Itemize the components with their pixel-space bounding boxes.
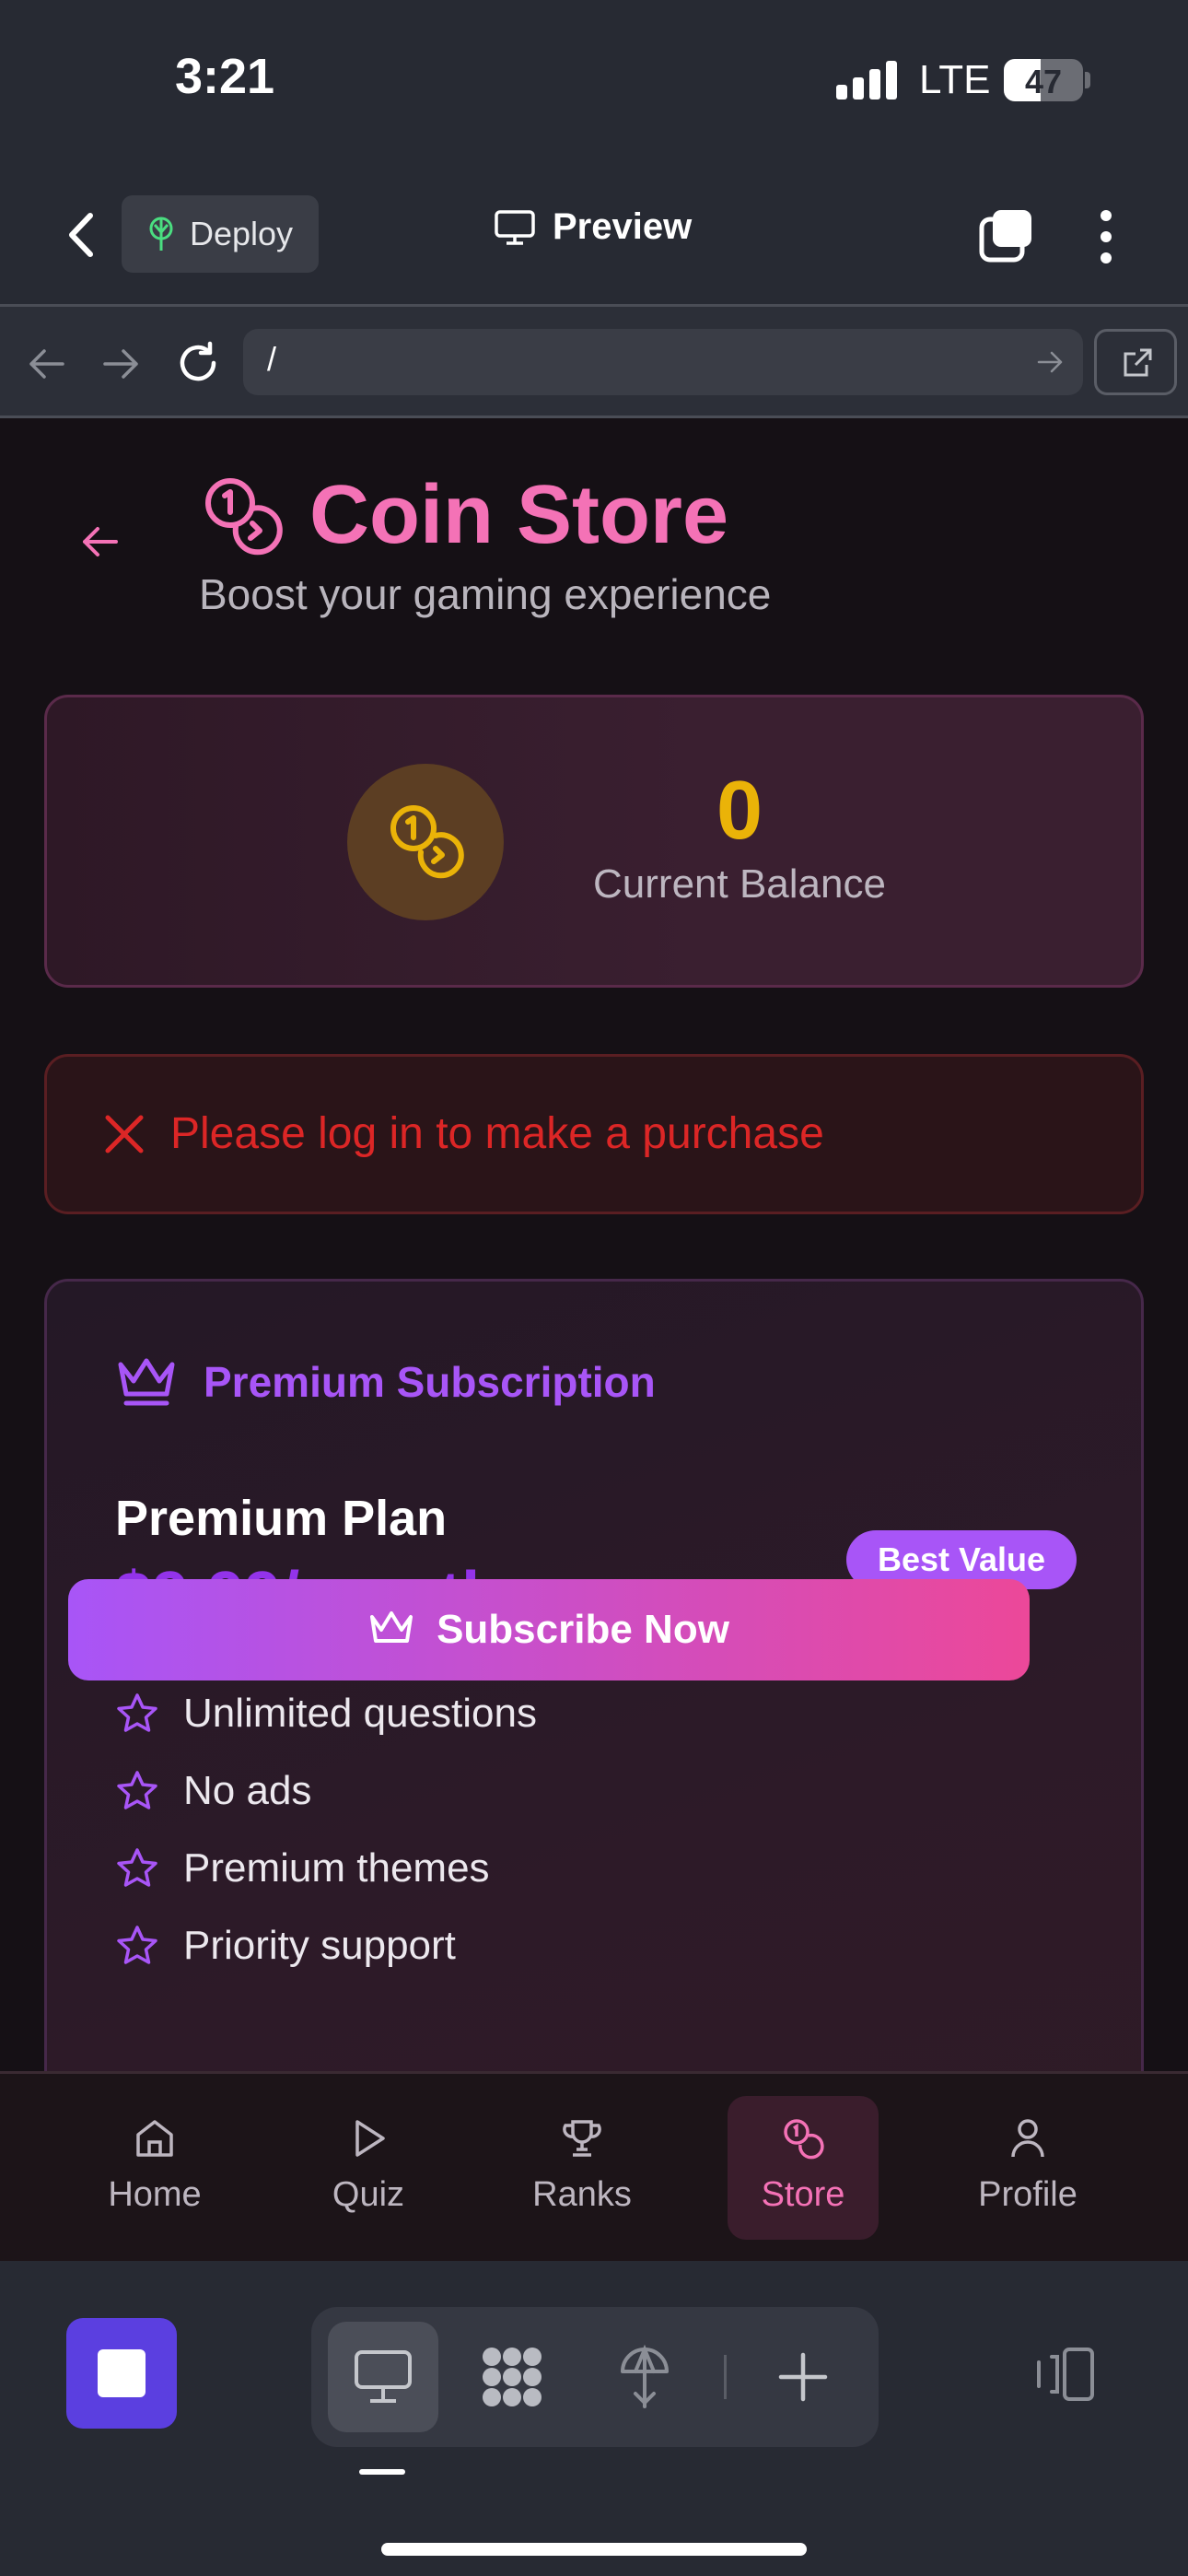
- active-view-indicator: [359, 2469, 405, 2475]
- stop-button[interactable]: [66, 2318, 177, 2429]
- plan-name: Premium Plan: [115, 1491, 448, 1546]
- plus-icon[interactable]: [777, 2351, 829, 2403]
- feature-label: Priority support: [183, 1923, 456, 1968]
- feature-item: Priority support: [115, 1923, 456, 1969]
- editor-toolbar: [0, 2261, 1188, 2576]
- home-icon: [136, 2120, 173, 2157]
- nav-label: Ranks: [532, 2175, 632, 2214]
- coins-icon: [205, 478, 283, 556]
- network-label: LTE: [919, 57, 991, 102]
- view-switcher: [311, 2307, 879, 2447]
- battery-icon: 47: [1004, 59, 1083, 101]
- feature-label: Premium themes: [183, 1845, 490, 1891]
- signal-icon: [836, 61, 899, 100]
- url-input[interactable]: /: [243, 329, 1083, 395]
- error-alert: Please log in to make a purchase: [44, 1054, 1144, 1214]
- crown-icon: [118, 1358, 175, 1406]
- tabs-button[interactable]: [978, 206, 1035, 263]
- star-icon: [117, 1848, 157, 1887]
- nav-item-profile[interactable]: Profile: [952, 2096, 1103, 2240]
- url-text: /: [267, 340, 277, 378]
- trophy-icon: [563, 2120, 601, 2157]
- nav-item-store[interactable]: Store: [728, 2096, 879, 2240]
- deploy-button[interactable]: Deploy: [122, 195, 319, 273]
- subscribe-button[interactable]: Subscribe Now: [68, 1579, 1030, 1680]
- feature-label: Unlimited questions: [183, 1691, 537, 1736]
- browser-toolbar: Deploy Preview: [0, 184, 1188, 304]
- home-indicator: [381, 2543, 807, 2556]
- error-message: Please log in to make a purchase: [170, 1109, 824, 1158]
- user-icon: [1011, 2119, 1044, 2158]
- nav-forward-icon[interactable]: [101, 345, 142, 382]
- monitor-icon: [355, 2350, 412, 2403]
- back-arrow-icon[interactable]: [79, 521, 120, 562]
- nav-item-home[interactable]: Home: [79, 2096, 230, 2240]
- feature-item: Premium themes: [115, 1845, 490, 1891]
- balance-value: 0: [716, 765, 763, 857]
- battery-tip: [1085, 72, 1090, 88]
- page-subtitle: Boost your gaming experience: [199, 570, 772, 618]
- cluster-icon[interactable]: [477, 2344, 547, 2410]
- feature-label: No ads: [183, 1768, 312, 1813]
- star-icon: [117, 1693, 157, 1732]
- balance-coin-badge: [347, 764, 504, 920]
- back-button[interactable]: [55, 203, 111, 267]
- feature-item: No ads: [115, 1768, 311, 1814]
- coins-icon: [784, 2119, 824, 2160]
- play-icon: [355, 2120, 385, 2157]
- battery-level: 47: [1024, 63, 1063, 100]
- go-arrow-icon[interactable]: [1037, 349, 1065, 375]
- more-vertical-icon: [1101, 210, 1112, 263]
- deploy-icon[interactable]: [617, 2344, 672, 2410]
- balance-label: Current Balance: [593, 861, 886, 907]
- desktop-view-button[interactable]: [328, 2322, 438, 2432]
- nav-item-quiz[interactable]: Quiz: [293, 2096, 444, 2240]
- status-time: 3:21: [175, 49, 275, 104]
- chevron-left-icon: [69, 213, 93, 257]
- balance-card: 0 Current Balance: [44, 695, 1144, 988]
- status-bar: 3:21 LTE 47: [0, 0, 1188, 166]
- premium-heading: Premium Subscription: [204, 1358, 656, 1406]
- device-rotate-icon[interactable]: [1031, 2346, 1098, 2403]
- web-page: Coin Store Boost your gaming experience …: [0, 418, 1188, 2071]
- url-bar: /: [0, 304, 1188, 418]
- preview-tab[interactable]: Preview: [494, 206, 692, 248]
- preview-label: Preview: [553, 206, 693, 247]
- toolbar-divider: [724, 2355, 727, 2399]
- deploy-label: Deploy: [190, 215, 294, 252]
- monitor-icon: [495, 209, 535, 245]
- star-icon: [117, 1926, 157, 1964]
- tabs-icon: [979, 210, 1031, 263]
- star-icon: [117, 1771, 157, 1809]
- crown-icon: [370, 1611, 413, 1643]
- subscribe-label: Subscribe Now: [437, 1607, 729, 1652]
- feature-item: Unlimited questions: [115, 1691, 537, 1737]
- nav-label: Profile: [978, 2175, 1077, 2214]
- reload-icon[interactable]: [175, 340, 221, 386]
- page-title: Coin Store: [309, 469, 729, 561]
- more-options-button[interactable]: [1083, 205, 1129, 269]
- stop-icon: [98, 2349, 146, 2397]
- nav-back-icon[interactable]: [26, 345, 66, 382]
- external-link-icon: [1124, 348, 1152, 377]
- nav-item-ranks[interactable]: Ranks: [507, 2096, 658, 2240]
- open-external-button[interactable]: [1094, 329, 1177, 395]
- deploy-icon: [149, 217, 173, 251]
- close-x-icon: [105, 1115, 144, 1153]
- bottom-navigation: Home Quiz Ranks Store Profile: [0, 2071, 1188, 2261]
- nav-label: Quiz: [332, 2175, 405, 2214]
- coins-icon: [390, 805, 464, 879]
- nav-label: Store: [761, 2175, 845, 2214]
- nav-label: Home: [108, 2175, 202, 2214]
